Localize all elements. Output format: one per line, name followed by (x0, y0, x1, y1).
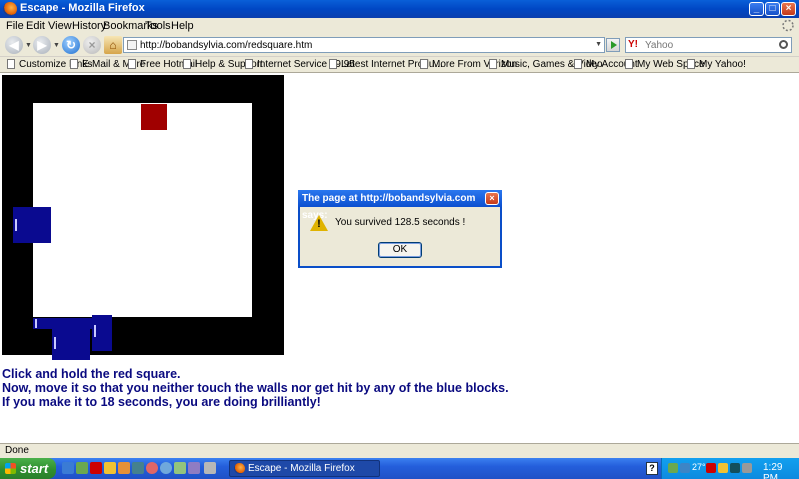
magnifier-icon[interactable] (779, 40, 788, 49)
system-tray: 27° 1:29 PM (661, 458, 799, 479)
firefox-icon (3, 2, 17, 16)
block-highlight (94, 325, 96, 337)
tray-icon[interactable] (680, 463, 690, 473)
back-history-dropdown-icon[interactable]: ▼ (25, 42, 32, 49)
weather-temperature[interactable]: 27° (692, 462, 706, 472)
ok-button[interactable]: OK (378, 242, 422, 258)
bookmarks-toolbar: Customize Links E-Mail & More Free Hotma… (0, 57, 799, 73)
status-bar: Done (0, 443, 799, 458)
menu-tools[interactable]: Tools (145, 20, 171, 32)
page-icon (329, 59, 337, 69)
stop-icon[interactable]: × (83, 36, 101, 54)
page-icon (128, 59, 136, 69)
dialog-close-button[interactable]: × (485, 192, 499, 205)
quicklaunch-app-icon[interactable] (188, 462, 200, 474)
help-icon[interactable]: ? (646, 462, 658, 475)
search-input[interactable] (645, 39, 770, 51)
quicklaunch-app-icon[interactable] (118, 462, 130, 474)
throbber-icon (782, 19, 794, 32)
blue-block (92, 315, 112, 351)
quicklaunch-ie-icon[interactable] (160, 462, 172, 474)
forward-icon[interactable]: ▶ (33, 36, 51, 54)
quicklaunch-app-icon[interactable] (104, 462, 116, 474)
clock[interactable]: 1:29 PM (763, 462, 799, 479)
instruction-line-2: Now, move it so that you neither touch t… (2, 381, 509, 395)
blue-block (13, 207, 51, 243)
block-highlight (54, 337, 56, 349)
quicklaunch-desktop-icon[interactable] (62, 462, 74, 474)
tray-icon[interactable] (718, 463, 728, 473)
bookmark-my-yahoo[interactable]: My Yahoo! (687, 59, 746, 71)
quicklaunch-app-icon[interactable] (132, 462, 144, 474)
menu-help[interactable]: Help (171, 20, 194, 32)
page-icon (245, 59, 253, 69)
quicklaunch-firefox-icon[interactable] (146, 462, 158, 474)
close-button[interactable]: × (781, 2, 796, 16)
minimize-button[interactable]: _ (749, 2, 764, 16)
instructions: Click and hold the red square. Now, move… (2, 367, 509, 409)
page-icon (574, 59, 582, 69)
page-icon (625, 59, 633, 69)
maximize-button[interactable]: □ (765, 2, 780, 16)
page-content: Click and hold the red square. Now, move… (0, 73, 799, 443)
taskbar-firefox-window[interactable]: Escape - Mozilla Firefox (229, 460, 380, 477)
quicklaunch-app-icon[interactable] (204, 462, 216, 474)
red-square[interactable] (141, 104, 167, 130)
page-icon (489, 59, 497, 69)
go-icon[interactable] (606, 38, 620, 52)
quicklaunch-app-icon[interactable] (76, 462, 88, 474)
dialog-message: You survived 128.5 seconds ! (335, 217, 466, 228)
tray-icon[interactable] (706, 463, 716, 473)
page-icon (7, 59, 15, 69)
volume-icon[interactable] (742, 463, 752, 473)
menu-bar: File Edit View History Bookmarks Tools H… (0, 18, 799, 33)
warning-exclamation-icon: ! (317, 218, 321, 230)
yahoo-engine-icon[interactable]: Y! (628, 39, 644, 51)
reload-icon[interactable]: ↻ (62, 36, 80, 54)
home-icon[interactable]: ⌂ (104, 36, 122, 54)
alert-dialog: The page at http://bobandsylvia.com says… (298, 190, 502, 268)
forward-history-dropdown-icon[interactable]: ▼ (53, 42, 60, 49)
play-field (33, 103, 252, 317)
taskbar: start Escape - Mozilla Firefox ? 27° 1:2… (0, 458, 799, 479)
block-highlight (15, 219, 17, 231)
search-bar[interactable]: Y! (625, 37, 792, 53)
dialog-title[interactable]: The page at http://bobandsylvia.com says… (298, 190, 502, 221)
window-titlebar[interactable]: Escape - Mozilla Firefox _ □ × (0, 0, 799, 18)
start-button[interactable]: start (0, 458, 56, 479)
navigation-toolbar: ◀ ▼ ▶ ▼ ↻ × ⌂ ▼ Y! (0, 33, 799, 57)
menu-file[interactable]: File (6, 20, 24, 32)
page-icon (420, 59, 428, 69)
game-arena (2, 75, 284, 360)
menu-edit[interactable]: Edit (26, 20, 45, 32)
url-input[interactable] (140, 39, 590, 51)
page-icon (183, 59, 191, 69)
page-favicon-icon (127, 40, 137, 50)
instruction-line-3: If you make it to 18 seconds, you are do… (2, 395, 321, 409)
page-icon (687, 59, 695, 69)
blue-block (52, 318, 90, 360)
page-icon (70, 59, 78, 69)
quicklaunch-app-icon[interactable] (174, 462, 186, 474)
block-highlight (35, 319, 37, 328)
instruction-line-1: Click and hold the red square. (2, 367, 181, 381)
menu-history[interactable]: History (72, 20, 106, 32)
status-text: Done (5, 445, 29, 456)
tray-icon[interactable] (730, 463, 740, 473)
url-bar[interactable]: ▼ (123, 37, 605, 53)
window-title: Escape - Mozilla Firefox (20, 2, 145, 14)
quicklaunch-app-icon[interactable] (90, 462, 102, 474)
url-dropdown-icon[interactable]: ▼ (595, 41, 602, 48)
back-icon[interactable]: ◀ (5, 36, 23, 54)
tray-icon[interactable] (668, 463, 678, 473)
menu-view[interactable]: View (48, 20, 72, 32)
